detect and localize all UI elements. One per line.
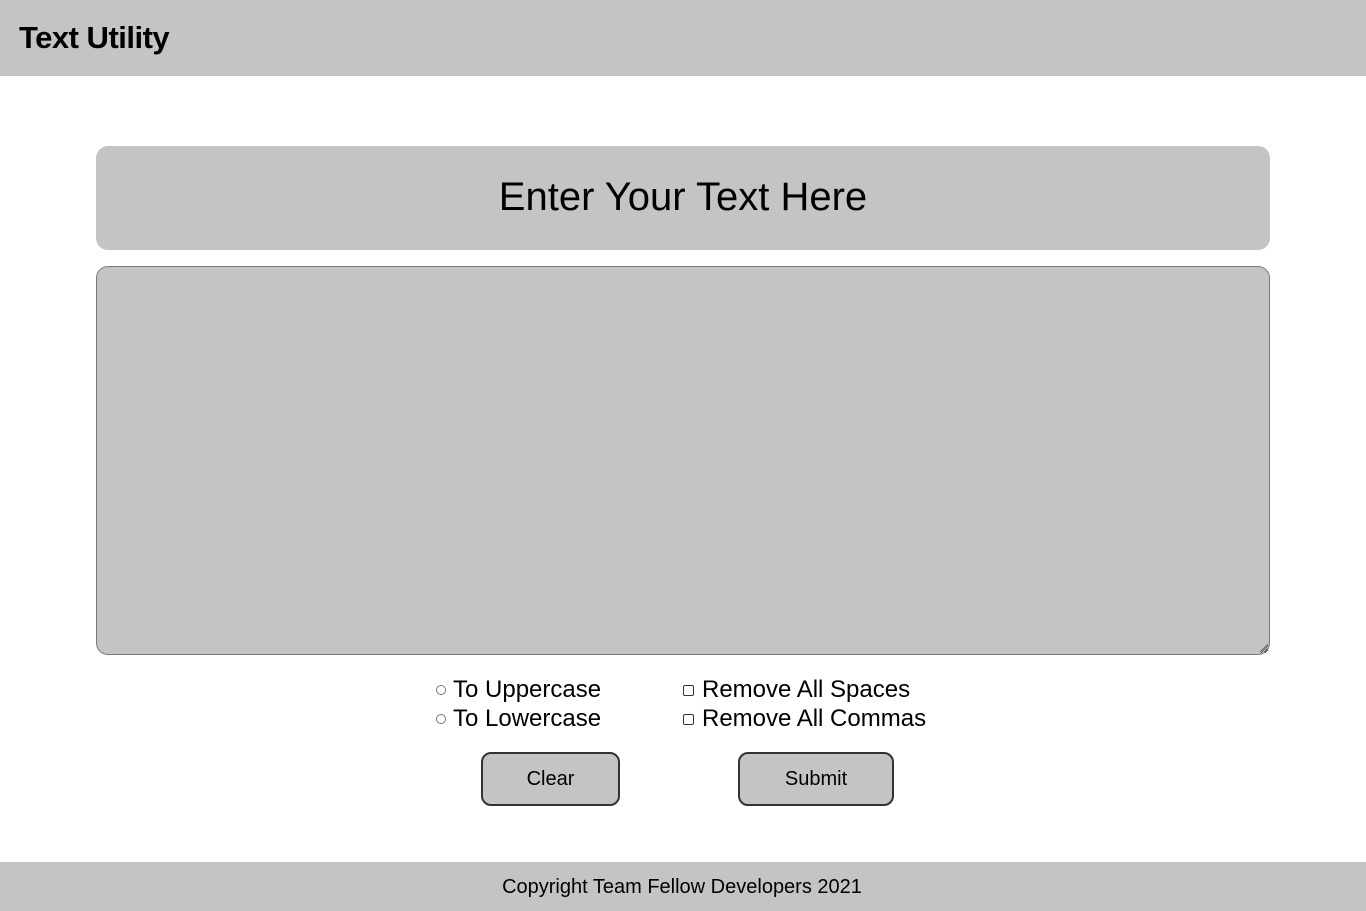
remove-spaces-checkbox[interactable] bbox=[683, 684, 694, 696]
app-header: Text Utility bbox=[0, 0, 1366, 76]
resize-handle-icon[interactable] bbox=[1258, 642, 1268, 652]
lowercase-radio[interactable] bbox=[436, 714, 446, 724]
uppercase-radio[interactable] bbox=[436, 685, 446, 695]
submit-button[interactable]: Submit bbox=[738, 752, 894, 806]
clear-button[interactable]: Clear bbox=[481, 752, 620, 806]
lowercase-label: To Lowercase bbox=[453, 705, 602, 732]
remove-spaces-label: Remove All Spaces bbox=[702, 676, 911, 703]
uppercase-option[interactable]: To Uppercase bbox=[436, 676, 601, 704]
page-footer: Copyright Team Fellow Developers 2021 bbox=[0, 862, 1366, 911]
app-title: Text Utility bbox=[19, 20, 170, 55]
prompt-heading: Enter Your Text Here bbox=[498, 175, 868, 219]
remove-spaces-option[interactable]: Remove All Spaces bbox=[683, 676, 910, 704]
prompt-banner: Enter Your Text Here bbox=[96, 146, 1270, 250]
lowercase-option[interactable]: To Lowercase bbox=[436, 705, 601, 733]
uppercase-label: To Uppercase bbox=[453, 676, 602, 703]
copyright-text: Copyright Team Fellow Developers 2021 bbox=[502, 875, 862, 898]
text-input-area[interactable] bbox=[96, 266, 1270, 655]
remove-commas-checkbox[interactable] bbox=[683, 713, 694, 725]
remove-commas-label: Remove All Commas bbox=[702, 705, 927, 732]
remove-commas-option[interactable]: Remove All Commas bbox=[683, 705, 926, 733]
